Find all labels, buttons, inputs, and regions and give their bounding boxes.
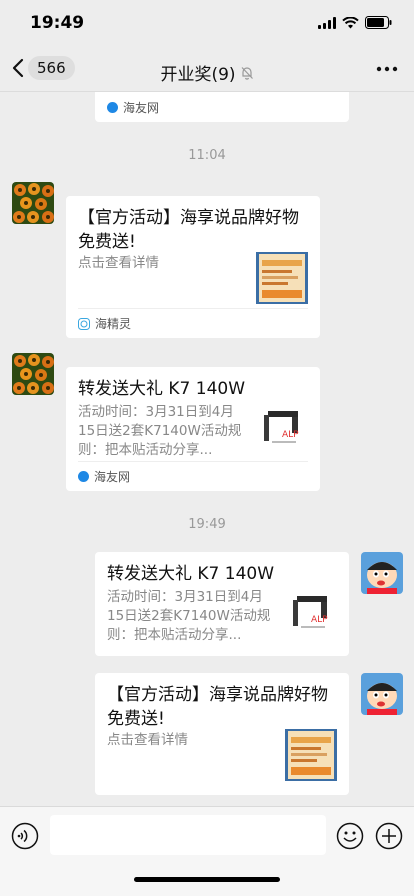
nav-bar: 566 开业奖(9) bbox=[0, 50, 414, 92]
chat-title: 开业奖(9) bbox=[160, 65, 236, 85]
avatar-image bbox=[12, 182, 54, 224]
chat-title-wrap: 开业奖(9) bbox=[0, 60, 414, 85]
card-title: 【官方活动】海享说品牌好物免费送! bbox=[107, 685, 328, 729]
avatar[interactable] bbox=[12, 182, 54, 224]
card-source: 海友网 bbox=[107, 92, 337, 122]
svg-text:ALP: ALP bbox=[311, 615, 328, 625]
card-thumbnail bbox=[285, 729, 337, 781]
link-card[interactable]: 【官方活动】海享说品牌好物免费送! 点击查看详情 bbox=[95, 673, 349, 795]
plus-icon bbox=[375, 822, 403, 850]
card-thumbnail: ALP bbox=[258, 407, 310, 459]
card-title: 转发送大礼 K7 140W bbox=[107, 564, 275, 584]
chat-area[interactable]: 海友网 11:04 【官方活动】海享说品牌好物免费送! 点击查看详情 海精灵 转… bbox=[0, 92, 414, 806]
input-bar bbox=[0, 806, 414, 896]
plus-button[interactable] bbox=[375, 822, 403, 854]
voice-button[interactable] bbox=[11, 822, 39, 854]
card-source: 海友网 bbox=[78, 461, 308, 491]
avatar-image bbox=[361, 552, 403, 594]
link-card[interactable]: 【官方活动】海享说品牌好物免费送! 点击查看详情 海精灵 bbox=[66, 196, 320, 338]
battery-icon bbox=[365, 16, 392, 29]
card-thumbnail: ALP bbox=[287, 592, 339, 644]
home-indicator bbox=[134, 877, 280, 882]
avatar-image bbox=[12, 353, 54, 395]
card-title: 【官方活动】海享说品牌好物免费送! bbox=[78, 208, 299, 252]
emoji-icon bbox=[336, 822, 364, 850]
avatar-image bbox=[361, 673, 403, 715]
link-card-partial[interactable]: 海友网 bbox=[95, 92, 349, 122]
source-label: 海友网 bbox=[123, 100, 160, 115]
card-title: 转发送大礼 K7 140W bbox=[78, 379, 246, 399]
status-icons bbox=[318, 16, 392, 29]
wifi-icon bbox=[342, 16, 359, 28]
source-icon bbox=[78, 317, 90, 330]
more-icon bbox=[376, 66, 398, 72]
timestamp: 11:04 bbox=[188, 148, 226, 163]
source-icon bbox=[78, 471, 89, 482]
source-label: 海友网 bbox=[94, 470, 131, 484]
more-button[interactable] bbox=[376, 59, 398, 83]
card-description: 活动时间：3月31日到4月15日送2套K7140W活动规则：把本贴活动分享... bbox=[107, 589, 271, 643]
signal-icon bbox=[318, 16, 336, 29]
card-description: 活动时间：3月31日到4月15日送2套K7140W活动规则：把本贴活动分享... bbox=[78, 404, 242, 458]
timestamp: 19:49 bbox=[188, 517, 226, 532]
source-icon bbox=[107, 101, 118, 113]
link-card[interactable]: 转发送大礼 K7 140W 活动时间：3月31日到4月15日送2套K7140W活… bbox=[95, 552, 349, 656]
message-input[interactable] bbox=[50, 815, 326, 855]
card-source: 海精灵 bbox=[78, 308, 308, 338]
source-label: 海精灵 bbox=[95, 317, 132, 331]
svg-text:ALP: ALP bbox=[282, 430, 299, 440]
avatar-self[interactable] bbox=[361, 552, 403, 594]
status-bar: 19:49 bbox=[0, 0, 414, 50]
status-time: 19:49 bbox=[30, 13, 85, 33]
mute-bell-icon bbox=[241, 66, 253, 80]
avatar[interactable] bbox=[12, 353, 54, 395]
emoji-button[interactable] bbox=[336, 822, 364, 854]
card-thumbnail bbox=[256, 252, 308, 304]
link-card[interactable]: 转发送大礼 K7 140W 活动时间：3月31日到4月15日送2套K7140W活… bbox=[66, 367, 320, 491]
card-description: 点击查看详情 bbox=[78, 255, 159, 271]
avatar-self[interactable] bbox=[361, 673, 403, 715]
card-description: 点击查看详情 bbox=[107, 732, 188, 748]
voice-icon bbox=[11, 822, 39, 850]
